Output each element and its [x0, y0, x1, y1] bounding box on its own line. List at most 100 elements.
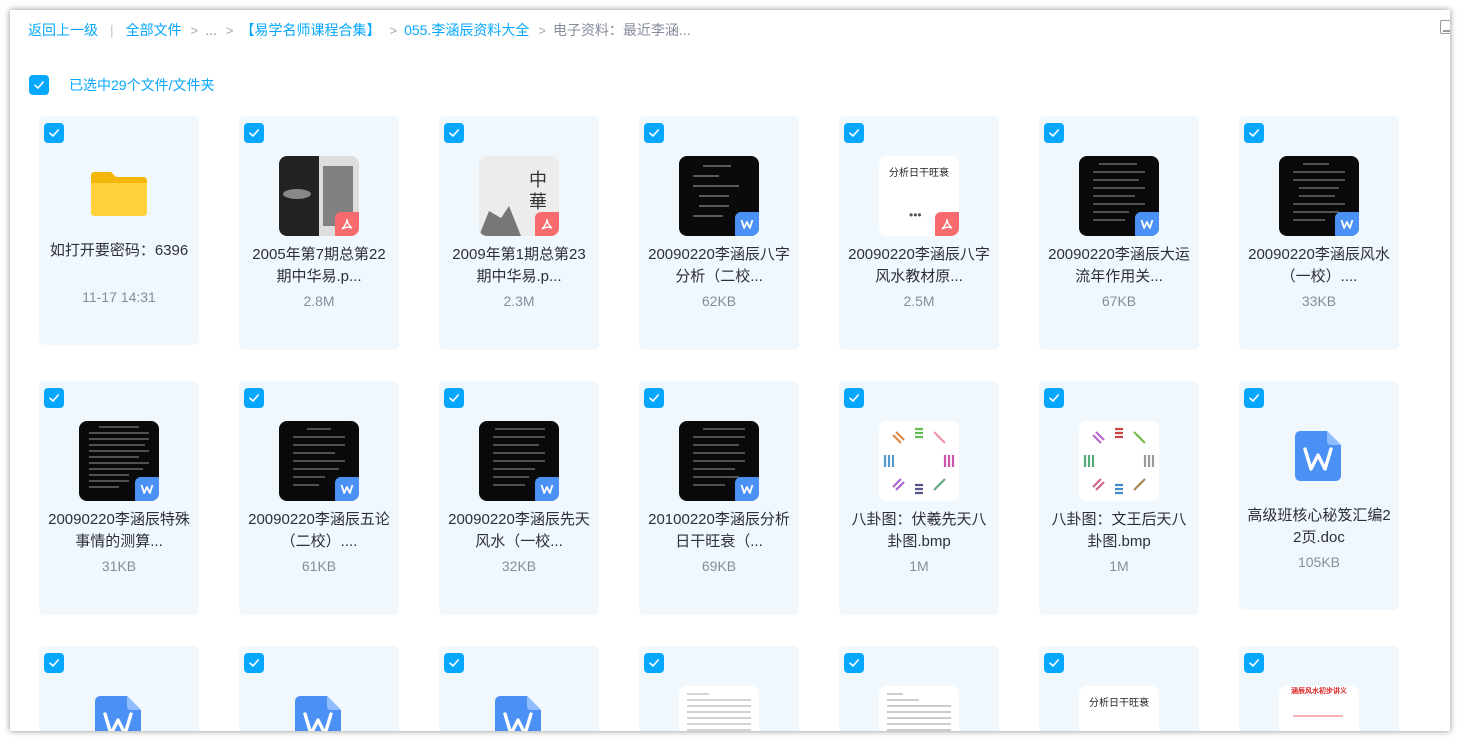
pdf-icon [935, 212, 959, 236]
word-doc-icon [295, 696, 341, 731]
file-name: 20100220李涵辰分析日干旺衰（... [648, 511, 790, 550]
file-card[interactable]: 20090220李涵辰先天风水（一校... 32KB [439, 381, 599, 615]
folder-icon [91, 172, 147, 216]
breadcrumb: 返回上一级 | 全部文件 > ... > 【易学名师课程合集】 > 055.李涵… [28, 20, 691, 40]
file-checkbox[interactable] [1244, 123, 1264, 143]
file-meta: 67KB [1101, 293, 1137, 309]
file-checkbox[interactable] [444, 388, 464, 408]
file-name: 20090220李涵辰五论（二校）.... [248, 511, 390, 550]
chevron-right-icon: > [389, 22, 398, 38]
chevron-right-icon: > [190, 22, 199, 38]
file-card[interactable]: 分析日干旺衰 ••• 20090220李涵辰八字风水教材原... 2.5M [839, 116, 999, 350]
file-checkbox[interactable] [644, 123, 664, 143]
file-checkbox[interactable] [1044, 653, 1064, 673]
pdf-icon [535, 212, 559, 236]
file-checkbox[interactable] [1244, 653, 1264, 673]
file-name: 20090220李涵辰八字分析（二校... [648, 246, 790, 285]
file-thumbnail [879, 686, 959, 731]
pdf-icon [335, 212, 359, 236]
file-meta: 105KB [1297, 554, 1341, 570]
file-card[interactable]: 八卦图：伏羲先天八卦图.bmp 1M [839, 381, 999, 615]
file-card[interactable]: 高级班核心秘笈汇编22页.doc 105KB [1239, 381, 1399, 610]
select-all-row: 已选中29个文件/文件夹 [29, 74, 214, 96]
file-card[interactable]: 分析日干旺衰 [1039, 646, 1199, 731]
file-browser-window: 返回上一级 | 全部文件 > ... > 【易学名师课程合集】 > 055.李涵… [10, 10, 1450, 731]
file-name: 20090220李涵辰先天风水（一校... [448, 511, 590, 550]
file-thumbnail [279, 156, 359, 236]
file-card[interactable] [839, 646, 999, 731]
file-card[interactable]: 20090220李涵辰八字分析（二校... 62KB [639, 116, 799, 350]
breadcrumb-ellipsis[interactable]: ... [205, 22, 217, 38]
file-thumbnail [279, 421, 359, 501]
word-doc-icon [1335, 212, 1359, 236]
file-checkbox[interactable] [1044, 388, 1064, 408]
file-checkbox[interactable] [844, 123, 864, 143]
file-name: 20090220李涵辰大运流年作用关... [1048, 246, 1190, 285]
file-card[interactable]: 20090220李涵辰特殊事情的测算... 31KB [39, 381, 199, 615]
file-meta: 69KB [701, 558, 737, 574]
word-doc-icon [735, 477, 759, 501]
breadcrumb-all-files[interactable]: 全部文件 [126, 20, 182, 40]
file-checkbox[interactable] [644, 388, 664, 408]
file-thumbnail: 涵辰风水初步讲义 [1279, 686, 1359, 731]
file-card[interactable]: 20090220李涵辰大运流年作用关... 67KB [1039, 116, 1199, 350]
file-checkbox[interactable] [444, 123, 464, 143]
file-meta: 1M [909, 558, 929, 574]
breadcrumb-folder-courses[interactable]: 【易学名师课程合集】 [241, 20, 381, 40]
file-card[interactable]: 中華 2009年第1期总第23期中华易.p... 2.3M [439, 116, 599, 350]
file-checkbox[interactable] [1044, 123, 1064, 143]
file-card[interactable] [439, 646, 599, 731]
file-thumbnail [1079, 421, 1159, 501]
file-thumbnail [879, 421, 959, 501]
file-meta: 32KB [501, 558, 537, 574]
word-doc-icon [95, 696, 141, 731]
file-card[interactable]: 20090220李涵辰风水（一校）.... 33KB [1239, 116, 1399, 350]
file-meta: 2.5M [903, 293, 935, 309]
file-name: 如打开要密码：6396 [49, 242, 189, 259]
word-doc-icon [335, 477, 359, 501]
file-thumbnail [479, 421, 559, 501]
file-checkbox[interactable] [44, 123, 64, 143]
file-card[interactable] [39, 646, 199, 731]
file-checkbox[interactable] [844, 653, 864, 673]
select-all-checkbox[interactable] [29, 75, 49, 95]
file-meta: 33KB [1301, 293, 1337, 309]
file-card[interactable]: 涵辰风水初步讲义 [1239, 646, 1399, 731]
file-card[interactable]: 2005年第7期总第22期中华易.p... 2.8M [239, 116, 399, 350]
file-card[interactable] [639, 646, 799, 731]
file-checkbox[interactable] [244, 123, 264, 143]
file-card[interactable] [239, 646, 399, 731]
file-thumbnail [1279, 156, 1359, 236]
back-link[interactable]: 返回上一级 [28, 20, 98, 40]
thumbnail-title: 分析日干旺衰 [1089, 698, 1149, 709]
file-checkbox[interactable] [244, 653, 264, 673]
file-card[interactable]: 如打开要密码：6396 11-17 14:31 [39, 116, 199, 345]
file-card[interactable]: 20090220李涵辰五论（二校）.... 61KB [239, 381, 399, 615]
view-toggle-icon[interactable] [1440, 20, 1450, 34]
chevron-right-icon: > [538, 22, 546, 38]
breadcrumb-folder-lihanchen[interactable]: 055.李涵辰资料大全 [404, 20, 529, 40]
file-checkbox[interactable] [244, 388, 264, 408]
file-checkbox[interactable] [44, 388, 64, 408]
file-meta: 61KB [301, 558, 337, 574]
file-checkbox[interactable] [444, 653, 464, 673]
svg-text:華: 華 [529, 192, 547, 213]
file-meta: 11-17 14:31 [82, 289, 156, 305]
file-name: 20090220李涵辰特殊事情的测算... [48, 511, 190, 550]
file-checkbox[interactable] [644, 653, 664, 673]
selection-count-label: 已选中29个文件/文件夹 [69, 77, 215, 93]
file-checkbox[interactable] [844, 388, 864, 408]
word-doc-icon [1295, 431, 1341, 481]
file-checkbox[interactable] [1244, 388, 1264, 408]
file-meta: 2.3M [503, 293, 535, 309]
separator-bar: | [110, 22, 114, 38]
file-checkbox[interactable] [44, 653, 64, 673]
file-card[interactable]: 八卦图：文王后天八卦图.bmp 1M [1039, 381, 1199, 615]
file-card[interactable]: 20100220李涵辰分析日干旺衰（... 69KB [639, 381, 799, 615]
thumbnail-title: 分析日干旺衰 [889, 168, 949, 179]
breadcrumb-current: 电子资料：最近李涵... [552, 22, 691, 38]
word-doc-icon [735, 212, 759, 236]
file-name: 2009年第1期总第23期中华易.p... [452, 246, 586, 285]
file-thumbnail: 中華 [479, 156, 559, 236]
file-name: 20090220李涵辰八字风水教材原... [848, 246, 990, 285]
